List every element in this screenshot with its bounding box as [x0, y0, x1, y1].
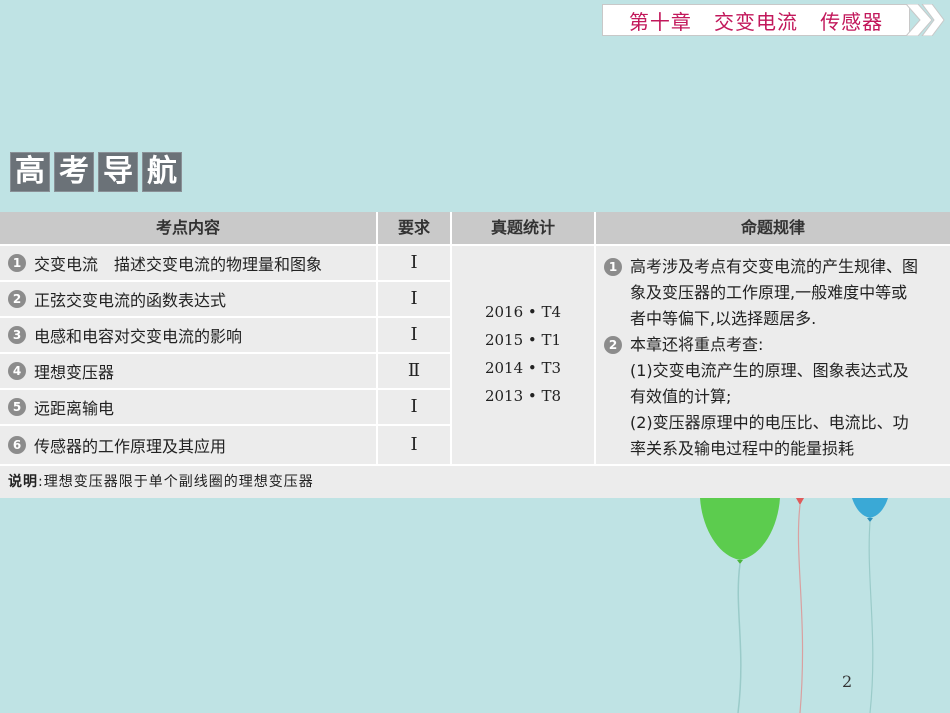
number-badge: 3 [8, 326, 26, 344]
rule-text: (2)变压器原理中的电压比、电流比、功 [630, 413, 909, 432]
header-stats: 真题统计 [452, 212, 594, 244]
exam-rules: 1 高考涉及考点有交变电流的产生规律、图 象及变压器的工作原理,一般难度中等或 … [604, 254, 944, 462]
stat-item: 2015 • T1 [484, 331, 562, 349]
blue-balloon-icon [852, 498, 888, 518]
chapter-banner: 第十章 交变电流 传感器 [602, 4, 910, 36]
title-char: 导 [98, 152, 138, 192]
row-requirement: Ⅱ [407, 360, 421, 381]
red-balloon-icon [796, 498, 804, 505]
row-requirement: Ⅰ [410, 434, 418, 455]
page-number: 2 [842, 672, 853, 691]
table-row: 1 交变电流 描述交变电流的物理量和图象 [8, 246, 322, 280]
exam-stats: 2016 • T4 2015 • T1 2014 • T3 2013 • T8 [452, 298, 594, 410]
chapter-topic-2: 传感器 [820, 9, 884, 34]
row-content: 远距离输电 [34, 399, 115, 418]
note-text: :理想变压器限于单个副线圈的理想变压器 [38, 474, 314, 490]
rule-text: 率关系及输电过程中的能量损耗 [630, 439, 855, 458]
rule-text: 有效值的计算; [630, 387, 732, 406]
row-content: 理想变压器 [34, 363, 115, 382]
title-char: 高 [10, 152, 50, 192]
title-char: 考 [54, 152, 94, 192]
row-content: 正弦交变电流的函数表达式 [34, 291, 227, 310]
number-badge: 2 [604, 336, 622, 354]
table-row: 4 理想变压器 [8, 354, 114, 388]
row-content: 电感和电容对交变电流的影响 [34, 327, 243, 346]
title-char: 航 [142, 152, 182, 192]
row-requirement: Ⅰ [410, 396, 418, 417]
rule-text: 本章还将重点考查: [630, 335, 764, 354]
table-row: 6 传感器的工作原理及其应用 [8, 426, 226, 464]
exam-guide-table: 考点内容 要求 真题统计 命题规律 1 交变电流 描述交变电流的物理量和图象 Ⅰ… [0, 212, 950, 498]
note-label: 说明 [8, 474, 38, 490]
number-badge: 1 [604, 258, 622, 276]
row-requirement: Ⅰ [410, 252, 418, 273]
table-row: 2 正弦交变电流的函数表达式 [8, 282, 226, 316]
row-content: 交变电流 描述交变电流的物理量和图象 [34, 255, 323, 274]
table-row: 3 电感和电容对交变电流的影响 [8, 318, 242, 352]
chevron-right-icon [905, 4, 945, 36]
number-badge: 2 [8, 290, 26, 308]
number-badge: 4 [8, 362, 26, 380]
balloons-decoration [700, 498, 888, 713]
number-badge: 1 [8, 254, 26, 272]
row-requirement: Ⅰ [410, 324, 418, 345]
table-row: 5 远距离输电 [8, 390, 114, 424]
row-requirement: Ⅰ [410, 288, 418, 309]
rule-text: 象及变压器的工作原理,一般难度中等或 [630, 283, 908, 302]
section-title: 高 考 导 航 [10, 152, 182, 192]
header-rules: 命题规律 [596, 212, 950, 244]
rule-text: (1)交变电流产生的原理、图象表达式及 [630, 361, 909, 380]
chapter-number: 第十章 [628, 9, 692, 34]
header-content: 考点内容 [0, 212, 376, 244]
stat-item: 2016 • T4 [484, 303, 562, 321]
chapter-topic-1: 交变电流 [714, 9, 798, 34]
table-note: 说明:理想变压器限于单个副线圈的理想变压器 [0, 466, 950, 498]
header-requirement: 要求 [378, 212, 450, 244]
number-badge: 6 [8, 436, 26, 454]
number-badge: 5 [8, 398, 26, 416]
stat-item: 2014 • T3 [484, 359, 562, 377]
green-balloon-icon [700, 498, 780, 560]
rule-text: 高考涉及考点有交变电流的产生规律、图 [630, 257, 919, 276]
rule-text: 者中等偏下,以选择题居多. [630, 309, 817, 328]
row-content: 传感器的工作原理及其应用 [34, 437, 227, 456]
stat-item: 2013 • T8 [484, 387, 562, 405]
